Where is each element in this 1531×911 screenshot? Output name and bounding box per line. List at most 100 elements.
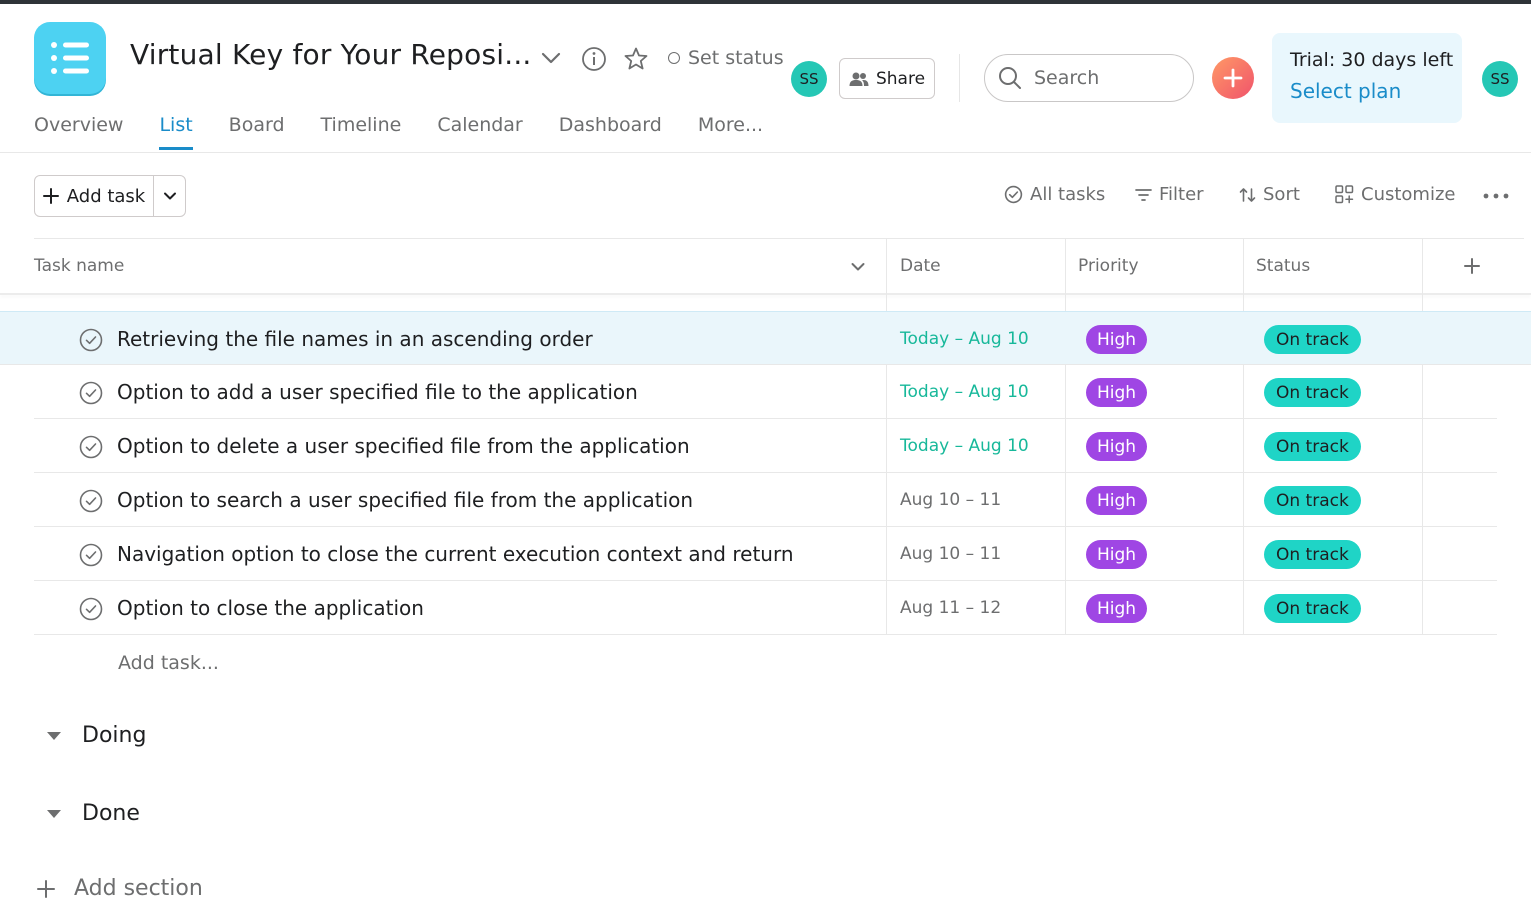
tab-board[interactable]: Board	[229, 114, 285, 150]
plus-icon	[42, 188, 59, 204]
task-date[interactable]: Today – Aug 10	[900, 329, 1029, 349]
caret-down-icon[interactable]	[46, 730, 62, 742]
filter-label: Filter	[1159, 184, 1204, 205]
add-task-dropdown[interactable]	[154, 176, 185, 216]
tab-more[interactable]: More...	[698, 114, 763, 150]
search-icon	[999, 67, 1021, 89]
table-row[interactable]: Retrieving the file names in an ascendin…	[0, 311, 1531, 365]
window-top-border	[0, 0, 1531, 4]
select-plan-link[interactable]: Select plan	[1290, 79, 1462, 103]
sort-icon	[1239, 187, 1256, 202]
all-tasks-button[interactable]: All tasks	[1004, 184, 1105, 205]
complete-check-icon[interactable]	[79, 489, 103, 513]
status-badge[interactable]: On track	[1264, 325, 1361, 354]
add-column-plus-icon[interactable]	[1463, 257, 1481, 279]
add-task-label: Add task	[66, 185, 146, 207]
tab-dashboard[interactable]: Dashboard	[559, 114, 662, 150]
priority-badge[interactable]: High	[1086, 540, 1148, 569]
search-input[interactable]	[1034, 67, 1174, 89]
task-date[interactable]: Today – Aug 10	[900, 436, 1029, 456]
column-header-task-name[interactable]: Task name	[34, 256, 124, 276]
caret-down-icon[interactable]	[46, 808, 62, 820]
status-badge[interactable]: On track	[1264, 540, 1361, 569]
add-task-button[interactable]: Add task	[35, 176, 154, 216]
table-row[interactable]: Option to add a user specified file to t…	[34, 365, 1497, 419]
project-title[interactable]: Virtual Key for Your Reposi...	[130, 38, 532, 71]
tab-calendar[interactable]: Calendar	[437, 114, 522, 150]
filter-button[interactable]: Filter	[1135, 184, 1204, 205]
search-box[interactable]	[984, 54, 1194, 102]
task-name[interactable]: Option to delete a user specified file f…	[117, 434, 690, 458]
complete-check-icon[interactable]	[79, 328, 103, 352]
section-title[interactable]: Doing	[82, 723, 146, 748]
section-done[interactable]: Done	[46, 801, 140, 826]
task-date[interactable]: Aug 10 – 11	[900, 544, 1001, 564]
table-row[interactable]: Option to search a user specified file f…	[34, 473, 1497, 527]
more-horizontal-icon	[1483, 193, 1509, 199]
status-badge[interactable]: On track	[1264, 594, 1361, 623]
column-header-priority[interactable]: Priority	[1078, 256, 1139, 276]
tab-overview[interactable]: Overview	[34, 114, 123, 150]
grid-top-border	[34, 238, 1524, 239]
header-divider	[959, 54, 960, 102]
add-section-label: Add section	[74, 876, 203, 901]
task-name[interactable]: Option to search a user specified file f…	[117, 488, 693, 512]
sort-button[interactable]: Sort	[1239, 184, 1300, 205]
tab-list[interactable]: List	[159, 114, 193, 150]
priority-badge[interactable]: High	[1086, 325, 1148, 354]
share-button[interactable]: Share	[839, 58, 935, 99]
priority-badge[interactable]: High	[1086, 432, 1148, 461]
member-avatar[interactable]: SS	[791, 61, 827, 97]
task-date[interactable]: Today – Aug 10	[900, 382, 1029, 402]
priority-badge[interactable]: High	[1086, 378, 1148, 407]
info-icon[interactable]	[581, 46, 607, 76]
set-status-label: Set status	[688, 47, 784, 69]
table-row[interactable]: Option to delete a user specified file f…	[34, 419, 1497, 473]
table-row[interactable]: Navigation option to close the current e…	[34, 527, 1497, 581]
task-name[interactable]: Option to add a user specified file to t…	[117, 380, 638, 404]
status-badge[interactable]: On track	[1264, 486, 1361, 515]
priority-badge[interactable]: High	[1086, 594, 1148, 623]
add-task-button-group: Add task	[34, 175, 186, 217]
tab-timeline[interactable]: Timeline	[321, 114, 402, 150]
customize-grid-icon	[1335, 185, 1354, 204]
section-doing[interactable]: Doing	[46, 723, 146, 748]
complete-check-icon[interactable]	[79, 543, 103, 567]
complete-check-icon[interactable]	[79, 381, 103, 405]
status-badge[interactable]: On track	[1264, 378, 1361, 407]
tabs-divider	[0, 152, 1531, 153]
people-icon	[849, 72, 869, 86]
status-badge[interactable]: On track	[1264, 432, 1361, 461]
check-circle-icon	[1004, 185, 1023, 204]
star-icon[interactable]	[623, 46, 649, 76]
priority-badge[interactable]: High	[1086, 486, 1148, 515]
task-name[interactable]: Navigation option to close the current e…	[117, 542, 794, 566]
customize-label: Customize	[1361, 184, 1456, 205]
complete-check-icon[interactable]	[79, 435, 103, 459]
column-header-date[interactable]: Date	[900, 256, 941, 276]
task-date[interactable]: Aug 11 – 12	[900, 598, 1001, 618]
project-list-icon[interactable]	[34, 22, 106, 94]
add-section-button[interactable]: Add section	[36, 876, 203, 901]
customize-button[interactable]: Customize	[1335, 184, 1455, 205]
plus-icon	[1223, 68, 1243, 88]
plus-icon	[37, 879, 55, 898]
task-name[interactable]: Retrieving the file names in an ascendin…	[117, 327, 593, 351]
task-name[interactable]: Option to close the application	[117, 596, 424, 620]
header-bottom-border	[0, 293, 1531, 295]
user-avatar[interactable]: SS	[1482, 61, 1518, 97]
set-status-button[interactable]: Set status	[668, 47, 784, 69]
chevron-down-icon[interactable]	[850, 258, 866, 277]
quick-add-button[interactable]	[1212, 57, 1254, 99]
view-tabs: Overview List Board Timeline Calendar Da…	[34, 114, 799, 150]
filter-icon	[1135, 188, 1152, 201]
task-date[interactable]: Aug 10 – 11	[900, 490, 1001, 510]
add-task-inline[interactable]: Add task...	[118, 652, 219, 674]
section-title[interactable]: Done	[82, 801, 140, 826]
sort-label: Sort	[1263, 184, 1300, 205]
column-header-status[interactable]: Status	[1256, 256, 1310, 276]
more-options-button[interactable]	[1482, 186, 1510, 206]
chevron-down-icon[interactable]	[540, 50, 562, 70]
table-row[interactable]: Option to close the application Aug 11 –…	[34, 581, 1497, 635]
complete-check-icon[interactable]	[79, 597, 103, 621]
